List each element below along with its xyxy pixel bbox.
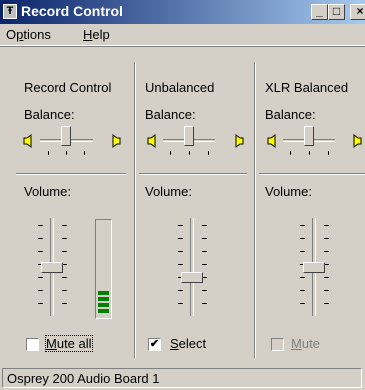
balance-label: Balance: <box>265 107 316 122</box>
maximize-button[interactable]: □ <box>328 4 345 20</box>
volume-tick <box>62 251 67 252</box>
volume-tick <box>202 303 207 304</box>
left-speaker-icon <box>23 134 32 148</box>
volume-label: Volume: <box>24 184 71 199</box>
meter-segment <box>98 303 109 307</box>
mute-checkbox[interactable] <box>271 338 284 351</box>
volume-label: Volume: <box>145 184 192 199</box>
minimize-button[interactable]: _ <box>311 4 328 20</box>
volume-tick <box>62 238 67 239</box>
volume-tick <box>300 225 305 226</box>
volume-tick <box>38 290 43 291</box>
volume-tick <box>202 238 207 239</box>
volume-tick <box>300 290 305 291</box>
volume-tick <box>178 238 183 239</box>
balance-label: Balance: <box>24 107 75 122</box>
menu-bar: Options Help <box>0 24 365 46</box>
mute-label[interactable]: Mute <box>291 336 320 351</box>
volume-slider[interactable] <box>181 272 203 283</box>
volume-slider[interactable] <box>303 262 325 273</box>
balance-tick <box>309 151 310 155</box>
select-checkbox[interactable]: ✔ <box>148 338 161 351</box>
volume-tick <box>202 251 207 252</box>
volume-label: Volume: <box>265 184 312 199</box>
mute-all-label[interactable]: Mute all <box>45 335 93 352</box>
section-divider <box>139 173 247 175</box>
meter-segment <box>98 291 109 295</box>
balance-label: Balance: <box>145 107 196 122</box>
volume-tick <box>178 303 183 304</box>
volume-tick <box>178 225 183 226</box>
volume-tick <box>324 290 329 291</box>
balance-tick <box>170 151 171 155</box>
column-separator <box>254 62 256 358</box>
mixer-app-icon[interactable]: Ŧ <box>3 4 17 19</box>
column-name: Unbalanced <box>145 80 215 95</box>
right-speaker-icon <box>353 134 362 148</box>
column-name: XLR Balanced <box>265 80 349 95</box>
volume-tick <box>38 303 43 304</box>
volume-tick <box>300 303 305 304</box>
left-speaker-icon <box>147 134 156 148</box>
section-divider <box>16 173 126 175</box>
volume-tick <box>38 238 43 239</box>
volume-tick <box>324 238 329 239</box>
menu-help[interactable]: Help <box>83 27 110 42</box>
volume-tick <box>324 303 329 304</box>
volume-tick <box>202 264 207 265</box>
meter-segment <box>98 309 109 313</box>
balance-tick <box>208 151 209 155</box>
volume-tick <box>300 277 305 278</box>
volume-tick <box>202 290 207 291</box>
volume-tick <box>38 225 43 226</box>
balance-slider[interactable] <box>304 126 314 146</box>
volume-tick <box>300 238 305 239</box>
right-speaker-icon <box>112 134 121 148</box>
balance-slider[interactable] <box>184 126 194 146</box>
volume-tick <box>62 225 67 226</box>
checkbox-mark: ✔ <box>149 338 160 350</box>
column-separator <box>134 62 136 358</box>
volume-tick <box>62 277 67 278</box>
volume-tick <box>62 290 67 291</box>
status-text: Osprey 200 Audio Board 1 <box>2 368 362 388</box>
mute-all-checkbox[interactable] <box>26 338 39 351</box>
select-label[interactable]: Select <box>170 336 206 351</box>
status-bar: Osprey 200 Audio Board 1 <box>0 366 365 390</box>
volume-tick <box>300 251 305 252</box>
section-divider <box>259 173 365 175</box>
volume-tick <box>62 303 67 304</box>
volume-tick <box>178 290 183 291</box>
title-bar: Ŧ Record Control _ □ × <box>0 0 365 24</box>
volume-tick <box>324 277 329 278</box>
balance-tick <box>84 151 85 155</box>
volume-slider[interactable] <box>41 262 63 273</box>
window-title: Record Control <box>21 3 123 19</box>
menu-options[interactable]: Options <box>6 27 51 42</box>
balance-tick <box>328 151 329 155</box>
balance-tick <box>66 151 67 155</box>
maximize-icon: □ <box>332 4 341 18</box>
volume-tick <box>38 251 43 252</box>
balance-tick <box>48 151 49 155</box>
left-speaker-icon <box>267 134 276 148</box>
volume-tick <box>324 225 329 226</box>
column-name: Record Control <box>24 80 112 95</box>
volume-tick <box>178 251 183 252</box>
balance-tick <box>189 151 190 155</box>
volume-tick <box>202 225 207 226</box>
close-button[interactable]: × <box>350 4 365 20</box>
close-icon: × <box>356 4 364 18</box>
level-meter <box>95 219 112 319</box>
volume-tick <box>178 264 183 265</box>
right-speaker-icon <box>235 134 244 148</box>
minimize-icon: _ <box>316 4 323 18</box>
volume-tick <box>324 251 329 252</box>
balance-tick <box>290 151 291 155</box>
volume-track <box>190 218 194 316</box>
volume-tick <box>38 277 43 278</box>
meter-segment <box>98 297 109 301</box>
balance-slider[interactable] <box>61 126 71 146</box>
